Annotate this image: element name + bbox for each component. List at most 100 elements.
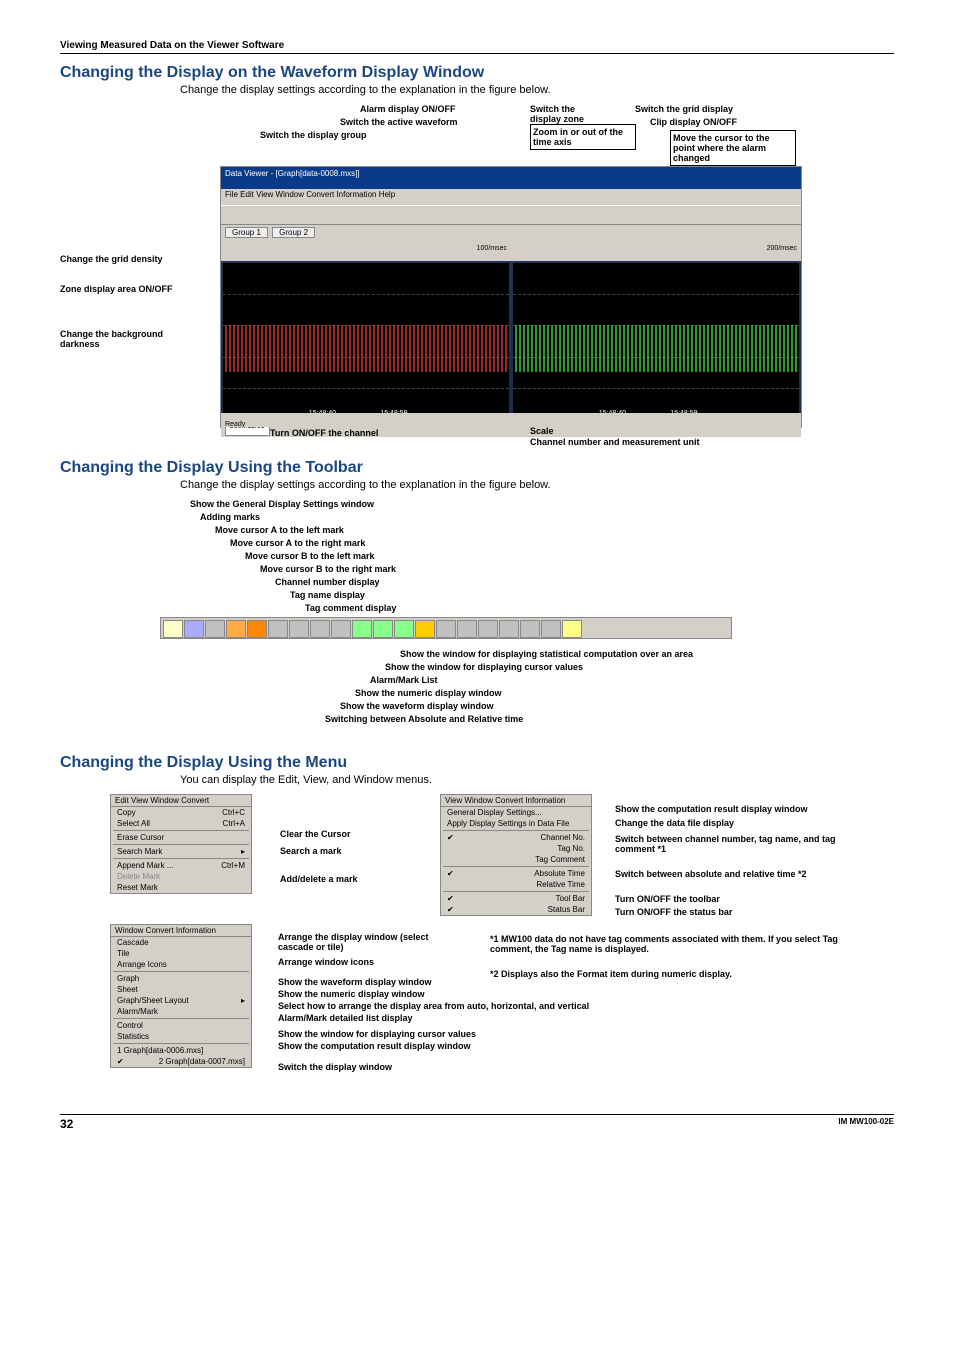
callout-cursor-a-right: Move cursor A to the right mark — [230, 538, 365, 548]
menu-copy[interactable]: CopyCtrl+C — [111, 807, 251, 818]
menu-apply-settings[interactable]: Apply Display Settings in Data File — [441, 818, 591, 829]
footnote-1: *1 MW100 data do not have tag comments a… — [490, 934, 860, 954]
callout-general-settings: Show the General Display Settings window — [190, 499, 374, 509]
status-ready: Ready — [221, 420, 249, 429]
window-callout-alarm-detail: Alarm/Mark detailed list display — [278, 1013, 413, 1023]
menu-statistics[interactable]: Statistics — [111, 1031, 251, 1042]
window-callout-switch: Switch the display window — [278, 1062, 392, 1072]
rate-label-1: 100/msec — [221, 245, 511, 261]
menu-graph-file1[interactable]: 1 Graph[data-0006.mxs] — [111, 1045, 251, 1056]
status-bar: Ready — [221, 413, 801, 427]
toolbar-strip — [160, 617, 732, 639]
section2-title: Changing the Display Using the Toolbar — [60, 459, 894, 477]
callout-tag-name: Tag name display — [290, 590, 365, 600]
callout-switch-grid: Switch the grid display — [635, 104, 733, 114]
callout-abs-rel: Switching between Absolute and Relative … — [325, 714, 523, 724]
group-tabs: Group 1 Group 2 — [221, 225, 801, 245]
callout-alarm-list: Alarm/Mark List — [370, 675, 438, 685]
tab-group2[interactable]: Group 2 — [272, 227, 315, 238]
callout-switch-group: Switch the display group — [260, 130, 367, 140]
menu-graph-file2[interactable]: ✔2 Graph[data-0007.mxs] — [111, 1056, 251, 1067]
document-id: IM MW100-02E — [838, 1117, 894, 1131]
cursor-val-icon[interactable] — [499, 620, 519, 638]
window-menu: Window Convert Information Cascade Tile … — [110, 924, 252, 1068]
callout-tag-comment: Tag comment display — [305, 603, 396, 613]
window-callout-arrange-icons: Arrange window icons — [278, 957, 374, 967]
callout-switch-active: Switch the active waveform — [340, 117, 458, 127]
edit-callout-clear: Clear the Cursor — [280, 829, 351, 839]
rate-label-2: 200/msec — [511, 245, 801, 261]
tag-name-icon[interactable] — [373, 620, 393, 638]
chan-num-icon[interactable] — [352, 620, 372, 638]
menu-rel-time[interactable]: Relative Time — [441, 879, 591, 890]
cursor-b-right-icon[interactable] — [331, 620, 351, 638]
mark-icon[interactable] — [247, 620, 267, 638]
edit-callout-add-delete: Add/delete a mark — [280, 874, 358, 884]
edit-callout-search: Search a mark — [280, 846, 342, 856]
cursor-b-left-icon[interactable] — [310, 620, 330, 638]
callout-turn-channel: Turn ON/OFF the channel — [270, 428, 378, 438]
menu-arrange-icons[interactable]: Arrange Icons — [111, 959, 251, 970]
cursor-a-right-icon[interactable] — [289, 620, 309, 638]
menu-cascade[interactable]: Cascade — [111, 937, 251, 948]
callout-waveform-window: Show the waveform display window — [340, 701, 494, 711]
open-icon[interactable] — [163, 620, 183, 638]
menu-tool-bar[interactable]: ✔Tool Bar — [441, 893, 591, 904]
edit-menu-header: Edit View Window Convert — [111, 795, 251, 807]
numeric-icon[interactable] — [457, 620, 477, 638]
menu-erase-cursor[interactable]: Erase Cursor — [111, 832, 251, 843]
menu-graph[interactable]: Graph — [111, 973, 251, 984]
time-icon[interactable] — [415, 620, 435, 638]
section3-intro: You can display the Edit, View, and Wind… — [180, 774, 894, 786]
menu-append-mark[interactable]: Append Mark ...Ctrl+M — [111, 860, 251, 871]
print-icon[interactable] — [541, 620, 561, 638]
cursor-a-left-icon[interactable] — [268, 620, 288, 638]
callout-add-marks: Adding marks — [200, 512, 260, 522]
window-callout-waveform: Show the waveform display window — [278, 977, 432, 987]
window-callout-cursor: Show the window for displaying cursor va… — [278, 1029, 476, 1039]
menu-delete-mark[interactable]: Delete Mark — [111, 871, 251, 882]
callout-numeric-window: Show the numeric display window — [355, 688, 502, 698]
callout-alarm-onoff: Alarm display ON/OFF — [360, 104, 456, 114]
menu-tag-no[interactable]: Tag No. — [441, 843, 591, 854]
view-callout-comp: Show the computation result display wind… — [615, 804, 808, 814]
settings-icon[interactable] — [226, 620, 246, 638]
menu-search-mark[interactable]: Search Mark▸ — [111, 846, 251, 857]
view-callout-time: Switch between absolute and relative tim… — [615, 869, 807, 879]
copy-icon[interactable] — [205, 620, 225, 638]
menu-sheet[interactable]: Sheet — [111, 984, 251, 995]
menu-reset-mark[interactable]: Reset Mark — [111, 882, 251, 893]
callout-scale: Scale — [530, 426, 554, 436]
menu-control[interactable]: Control — [111, 1020, 251, 1031]
menu-channel-no[interactable]: ✔Channel No. — [441, 832, 591, 843]
window-callout-arrange: Arrange the display window (select casca… — [278, 932, 458, 952]
page-number: 32 — [60, 1117, 73, 1131]
view-menu: View Window Convert Information General … — [440, 794, 592, 916]
tab-group1[interactable]: Group 1 — [225, 227, 268, 238]
save-icon[interactable] — [184, 620, 204, 638]
menu-select-all[interactable]: Select AllCtrl+A — [111, 818, 251, 829]
window-callout-select-arrange: Select how to arrange the display area f… — [278, 1001, 589, 1011]
menu-tile[interactable]: Tile — [111, 948, 251, 959]
page-header-title: Viewing Measured Data on the Viewer Soft… — [60, 40, 284, 51]
app-menubar: File Edit View Window Convert Informatio… — [221, 189, 801, 205]
window-callout-numeric: Show the numeric display window — [278, 989, 425, 999]
menu-layout[interactable]: Graph/Sheet Layout▸ — [111, 995, 251, 1006]
alarm-icon[interactable] — [478, 620, 498, 638]
waveform-plot-right: 15:48:40 15:48:59 Absolute Time [h:m:s] — [513, 263, 799, 419]
menu-status-bar[interactable]: ✔Status Bar — [441, 904, 591, 915]
tag-comment-icon[interactable] — [394, 620, 414, 638]
callout-clip: Clip display ON/OFF — [650, 117, 737, 127]
callout-grid-density: Change the grid density — [60, 254, 163, 264]
help-icon[interactable] — [562, 620, 582, 638]
callout-chan-unit: Channel number and measurement unit — [530, 437, 700, 447]
view-callout-statusbar: Turn ON/OFF the status bar — [615, 907, 732, 917]
menu-alarm-mark[interactable]: Alarm/Mark — [111, 1006, 251, 1017]
menu-gen-settings[interactable]: General Display Settings... — [441, 807, 591, 818]
waveform-icon[interactable] — [436, 620, 456, 638]
view-menu-header: View Window Convert Information — [441, 795, 591, 807]
menu-abs-time[interactable]: ✔Absolute Time — [441, 868, 591, 879]
menu-tag-comment[interactable]: Tag Comment — [441, 854, 591, 865]
callout-zone-area: Zone display area ON/OFF — [60, 284, 180, 294]
stat-icon[interactable] — [520, 620, 540, 638]
